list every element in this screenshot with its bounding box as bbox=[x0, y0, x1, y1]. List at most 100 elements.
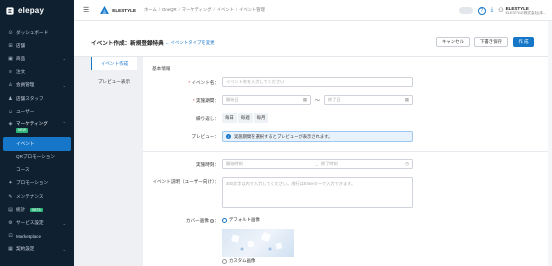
user-avatar-icon: ⚇ bbox=[498, 8, 504, 14]
chevron-down-icon: ⌄ bbox=[62, 56, 66, 62]
sidebar-item-marketing[interactable]: ◈ マーケティング NEW ⌃ bbox=[0, 118, 74, 137]
event-name-label: * イベント名： bbox=[188, 80, 219, 85]
sidebar-item-staff[interactable]: ♟ 店舗スタッフ bbox=[0, 92, 74, 105]
period-label: * 実施期間： bbox=[192, 98, 219, 103]
repeat-option-monthly[interactable]: 毎月 bbox=[253, 113, 269, 123]
sidebar-item-label: 店舗スタッフ bbox=[16, 95, 44, 101]
chevron-down-icon: ⌄ bbox=[62, 220, 66, 226]
event-name-label-text: イベント名 bbox=[191, 80, 215, 85]
change-event-type-link[interactable]: ← イベントタイプを変更 bbox=[165, 40, 215, 46]
sidebar-item-marketplace[interactable]: ⊡ Marketplace bbox=[0, 230, 74, 243]
sidebar-item-member[interactable]: ♙ 会員管理 ⌄ bbox=[0, 79, 74, 92]
sidebar-item-label: マーケティング bbox=[16, 121, 48, 127]
tab-preview[interactable]: プレビュー表示 bbox=[91, 75, 137, 88]
user-icon: ☺ bbox=[7, 108, 14, 115]
staff-icon: ♟ bbox=[8, 95, 13, 102]
repeat-option-daily[interactable]: 毎日 bbox=[222, 113, 237, 123]
marketplace-icon: ⊡ bbox=[8, 233, 13, 240]
cover-custom-label: カスタム画像 bbox=[229, 258, 256, 263]
time-range-input[interactable]: 開始時刻 → 終了時刻 ◷ bbox=[222, 159, 413, 169]
form-tabs: イベント作成 プレビュー表示 bbox=[91, 57, 137, 88]
time-label: 実施時刻： bbox=[196, 162, 219, 167]
sidebar-nav: ⊙ ダッシュボード ⊞ 店舗 ▣ 商品 ⌄ ≡ 注文 ♙ 会員管理 ⌄ ♟ 店舗スタッフ ☺ ユー… bbox=[0, 26, 74, 256]
save-draft-button[interactable]: 下書き保存 bbox=[474, 37, 508, 47]
period-label-text: 実施期間 bbox=[196, 98, 215, 103]
preview-message: 実施期間を選択するとプレビューが表示されます。 bbox=[234, 133, 333, 139]
page-header: イベント作成：新規登録特典 ← イベントタイプを変更 キャンセル 下書き保存 作… bbox=[74, 21, 548, 57]
menu-icon[interactable]: ☰ bbox=[83, 6, 89, 14]
sidebar-item-contract[interactable]: ▦ 契約設定 ⌄ bbox=[0, 243, 74, 256]
sidebar-item-label: Marketplace bbox=[16, 233, 42, 239]
breadcrumb-oneqr[interactable]: OneQR bbox=[162, 7, 177, 13]
sidebar-item-qr-promotion[interactable]: QRプロモーション bbox=[0, 151, 74, 164]
repeat-option-weekly[interactable]: 毎週 bbox=[237, 113, 253, 123]
store-icon: ⊞ bbox=[8, 42, 13, 49]
cover-image-label-text: カバー画像 bbox=[185, 218, 209, 223]
breadcrumb-separator: / bbox=[158, 7, 160, 12]
sidebar-item-stats[interactable]: ▤ 統計 BETA bbox=[0, 203, 74, 216]
sidebar-item-user[interactable]: ☺ ユーザー bbox=[0, 105, 74, 118]
help-icon[interactable]: ? bbox=[209, 218, 215, 224]
settings-icon: ⚙ bbox=[8, 220, 13, 227]
cover-default-option[interactable]: デフォルト画像 bbox=[222, 217, 260, 223]
radio-selected[interactable] bbox=[222, 217, 227, 223]
breadcrumb-home[interactable]: ホーム bbox=[144, 7, 157, 13]
sidebar-item-label: 契約設定 bbox=[16, 246, 35, 252]
contract-icon: ▦ bbox=[8, 246, 13, 253]
sidebar-item-course[interactable]: コース bbox=[0, 164, 74, 177]
sidebar-item-promotion[interactable]: ✦ プロモーション bbox=[0, 177, 74, 190]
sidebar-item-label: 店舗 bbox=[16, 42, 26, 48]
new-badge: NEW bbox=[16, 128, 28, 133]
radio-unselected[interactable] bbox=[222, 258, 227, 264]
end-date-input[interactable]: 終了日 ▦ bbox=[324, 95, 413, 105]
cancel-button[interactable]: キャンセル bbox=[436, 37, 470, 47]
sidebar-item-product[interactable]: ▣ 商品 ⌄ bbox=[0, 52, 74, 65]
start-date-input[interactable]: 開始日 ▦ bbox=[222, 95, 311, 105]
chevron-down-icon: ⌄ bbox=[62, 82, 66, 88]
sidebar-item-dashboard[interactable]: ⊙ ダッシュボード bbox=[0, 26, 74, 39]
tab-event-create[interactable]: イベント作成 bbox=[91, 57, 137, 70]
sidebar-item-label: サービス設定 bbox=[16, 220, 44, 226]
breadcrumb-separator: / bbox=[178, 7, 180, 12]
brand-logo[interactable]: elepay bbox=[0, 0, 74, 21]
top-bar: ☰ ELESTYLE ホーム / OneQR / マーケティング / イベント / イベ… bbox=[74, 0, 552, 21]
sidebar-item-label: QRプロモーション bbox=[16, 154, 55, 160]
sidebar-item-service-settings[interactable]: ⚙ サービス設定 ⌄ bbox=[0, 216, 74, 229]
user-menu[interactable]: ⚇ ELESTYLE ELESTYLE株式会社(本... bbox=[498, 6, 546, 16]
event-name-input[interactable]: イベント名を入力してください bbox=[222, 77, 413, 87]
repeat-label-text: 繰り返し bbox=[196, 116, 215, 121]
breadcrumb-event[interactable]: イベント bbox=[217, 7, 234, 13]
sidebar-item-label: プロモーション bbox=[16, 180, 49, 186]
preview-info-box: i 実施期間を選択するとプレビューが表示されます。 bbox=[222, 131, 413, 142]
sidebar-item-label: 会員管理 bbox=[16, 82, 35, 88]
section-basic-info: 基本情報 bbox=[152, 66, 171, 71]
page-title: イベント作成：新規登録特典 bbox=[91, 41, 164, 47]
sidebar-item-order[interactable]: ≡ 注文 bbox=[0, 66, 74, 79]
create-button[interactable]: 作 成 bbox=[513, 37, 534, 47]
breadcrumb-separator: / bbox=[213, 7, 215, 12]
cover-custom-option[interactable]: カスタム画像 bbox=[222, 258, 255, 264]
top-right-actions: ? ⤓ ⚇ ELESTYLE ELESTYLE株式会社(本... bbox=[458, 0, 546, 21]
breadcrumb-marketing[interactable]: マーケティング bbox=[182, 7, 212, 13]
sidebar-item-event[interactable]: イベント bbox=[3, 137, 71, 151]
sidebar-item-label: 商品 bbox=[16, 55, 26, 61]
description-textarea[interactable]: 300文字以内で入力してください。改行はEnterキーで入力できます。 bbox=[222, 177, 413, 208]
cover-image-label: カバー画像?： bbox=[185, 218, 219, 224]
sidebar-item-maintenance[interactable]: ✎ メンテナンス bbox=[0, 190, 74, 203]
download-icon[interactable]: ⤓ bbox=[491, 7, 494, 14]
description-label-text: イベント説明（ユーザー向け） bbox=[152, 179, 215, 184]
store-selector[interactable]: ELESTYLE bbox=[100, 6, 136, 14]
product-icon: ▣ bbox=[8, 55, 13, 62]
breadcrumb-separator: / bbox=[235, 7, 238, 12]
store-logo-icon bbox=[100, 6, 110, 14]
preview-label: プレビュー： bbox=[191, 134, 219, 139]
time-range-arrow-icon: → bbox=[314, 161, 319, 167]
scrollbar[interactable] bbox=[548, 21, 552, 266]
help-icon[interactable]: ? bbox=[477, 6, 486, 15]
environment-toggle[interactable] bbox=[458, 7, 473, 14]
chevron-up-icon: ⌃ bbox=[62, 121, 66, 127]
sidebar-item-store[interactable]: ⊞ 店舗 bbox=[0, 39, 74, 52]
maintenance-icon: ✎ bbox=[8, 193, 13, 200]
stats-icon: ▤ bbox=[8, 206, 13, 213]
end-date-placeholder: 終了日 bbox=[328, 97, 341, 102]
